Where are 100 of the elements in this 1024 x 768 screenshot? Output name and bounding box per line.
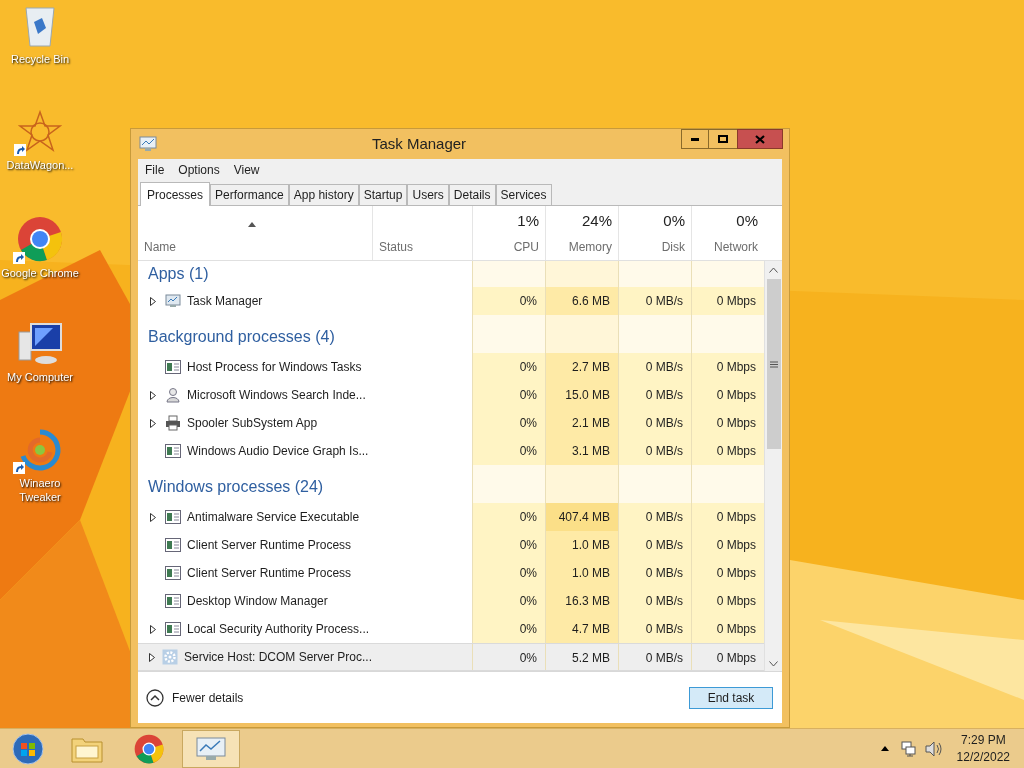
star-pattern-icon (18, 110, 62, 154)
process-row[interactable]: Client Server Runtime Process 0% 1.0 MB 0 MB/s 0 Mbps (138, 531, 764, 559)
disk-value: 0 MB/s (618, 437, 691, 465)
process-name: Client Server Runtime Process (187, 537, 352, 554)
process-row[interactable]: Task Manager 0% 6.6 MB 0 MB/s 0 Mbps (138, 287, 764, 315)
process-row[interactable]: Service Host: DCOM Server Proc... 0% 5.2 MB 0 MB/s 0 Mbps (138, 643, 764, 671)
process-name: Client Server Runtime Process (187, 565, 352, 582)
tab[interactable]: Details (448, 184, 496, 205)
expand-arrow-icon[interactable] (148, 652, 155, 662)
grip-icon (769, 360, 778, 368)
process-row[interactable]: Windows Audio Device Graph Is... 0% 3.1 MB 0 MB/s 0 Mbps (138, 437, 764, 465)
window-icon (164, 510, 181, 524)
show-hidden-icons-icon[interactable] (880, 746, 889, 751)
process-row[interactable]: Microsoft Windows Search Inde... 0% 15.0 MB 0 MB/s 0 Mbps (138, 381, 764, 409)
disk-value: 0 MB/s (618, 503, 691, 531)
column-header[interactable]: CPU (513, 238, 539, 256)
app-icon (139, 136, 157, 152)
scroll-down-icon[interactable] (769, 661, 778, 667)
expand-arrow-icon[interactable] (150, 390, 156, 400)
column-total: 0% (663, 211, 685, 231)
disk-value: 0 MB/s (618, 615, 691, 643)
menu-item[interactable]: File (140, 161, 170, 179)
collapse-icon (146, 688, 164, 707)
memory-value: 1.0 MB (545, 559, 618, 587)
computer-icon (17, 322, 63, 366)
network-value: 0 Mbps (691, 503, 764, 531)
menu-item[interactable]: View (228, 161, 265, 179)
tab[interactable]: Processes (140, 182, 211, 206)
expand-arrow-icon[interactable] (150, 418, 156, 428)
process-name: Antimalware Service Executable (187, 509, 360, 526)
window-title: Task Manager (370, 133, 468, 154)
process-row[interactable]: Local Security Authority Process... 0% 4.7 MB 0 MB/s 0 Mbps (138, 615, 764, 643)
cpu-value: 0% (472, 409, 545, 437)
process-name: Local Security Authority Process... (187, 621, 370, 638)
tab[interactable]: App history (288, 184, 359, 205)
monitor-icon (164, 293, 181, 309)
user-icon (164, 387, 181, 403)
column-total: 1% (517, 211, 539, 231)
process-row[interactable]: Spooler SubSystem App 0% 2.1 MB 0 MB/s 0 Mbps (138, 409, 764, 437)
column-header[interactable]: Disk (661, 238, 685, 256)
memory-value: 407.4 MB (545, 503, 618, 531)
process-row[interactable]: Desktop Window Manager 0% 16.3 MB 0 MB/s 0 Mbps (138, 587, 764, 615)
close-icon (755, 134, 765, 144)
cpu-value: 0% (472, 503, 545, 531)
process-row[interactable]: Antimalware Service Executable 0% 407.4 MB 0 MB/s 0 Mbps (138, 503, 764, 531)
volume-icon[interactable] (924, 740, 943, 757)
column-header[interactable]: Memory (568, 238, 612, 256)
process-name: Desktop Window Manager (187, 593, 328, 610)
group-heading: Background processes (4) (148, 327, 335, 347)
cpu-value: 0% (472, 615, 545, 643)
network-value: 0 Mbps (691, 615, 764, 643)
network-value: 0 Mbps (691, 437, 764, 465)
window-icon (164, 538, 181, 552)
column-header[interactable]: Network (714, 238, 758, 256)
process-name: Host Process for Windows Tasks (187, 359, 362, 376)
disk-value: 0 MB/s (618, 531, 691, 559)
group-heading: Apps (1) (148, 264, 209, 284)
window-icon (164, 594, 181, 608)
cpu-value: 0% (472, 531, 545, 559)
memory-value: 4.7 MB (545, 615, 618, 643)
clock-time[interactable]: 7:29 PM (960, 731, 1006, 749)
network-value: 0 Mbps (691, 287, 764, 315)
process-row[interactable]: Host Process for Windows Tasks 0% 2.7 MB 0 MB/s 0 Mbps (138, 353, 764, 381)
disk-value: 0 MB/s (618, 644, 691, 670)
column-header[interactable]: Status (379, 238, 414, 256)
fewer-details-button[interactable]: Fewer details (146, 688, 244, 707)
minimize-button[interactable] (681, 129, 709, 149)
memory-value: 1.0 MB (545, 531, 618, 559)
memory-value: 15.0 MB (545, 381, 618, 409)
tab[interactable]: Services (495, 184, 552, 205)
network-icon[interactable] (900, 740, 917, 757)
expand-arrow-icon[interactable] (150, 296, 156, 306)
chrome-icon (134, 733, 164, 764)
expand-arrow-icon[interactable] (150, 512, 156, 522)
process-name: Service Host: DCOM Server Proc... (183, 649, 372, 666)
process-row[interactable]: Client Server Runtime Process 0% 1.0 MB 0 MB/s 0 Mbps (138, 559, 764, 587)
menu-item[interactable]: Options (173, 161, 225, 179)
end-task-button[interactable]: End task (689, 686, 773, 709)
scrollbar[interactable] (764, 261, 782, 671)
column-header[interactable]: Name (144, 238, 176, 256)
disk-value: 0 MB/s (618, 381, 691, 409)
scroll-up-icon[interactable] (769, 267, 778, 273)
disk-value: 0 MB/s (618, 287, 691, 315)
gear-icon (161, 649, 178, 665)
cpu-value: 0% (472, 353, 545, 381)
tab[interactable]: Startup (358, 184, 408, 205)
window-icon (164, 622, 181, 636)
disk-value: 0 MB/s (618, 409, 691, 437)
group-heading: Windows processes (24) (148, 477, 324, 497)
column-total: 0% (736, 211, 758, 231)
close-button[interactable] (737, 129, 783, 149)
memory-value: 5.2 MB (545, 644, 618, 670)
scroll-thumb[interactable] (766, 279, 781, 449)
tab[interactable]: Users (407, 184, 449, 205)
expand-arrow-icon[interactable] (150, 624, 156, 634)
process-name: Spooler SubSystem App (187, 415, 318, 432)
tab[interactable]: Performance (210, 184, 289, 205)
network-value: 0 Mbps (691, 353, 764, 381)
network-value: 0 Mbps (691, 381, 764, 409)
clock-date[interactable]: 12/2/2022 (956, 748, 1010, 766)
